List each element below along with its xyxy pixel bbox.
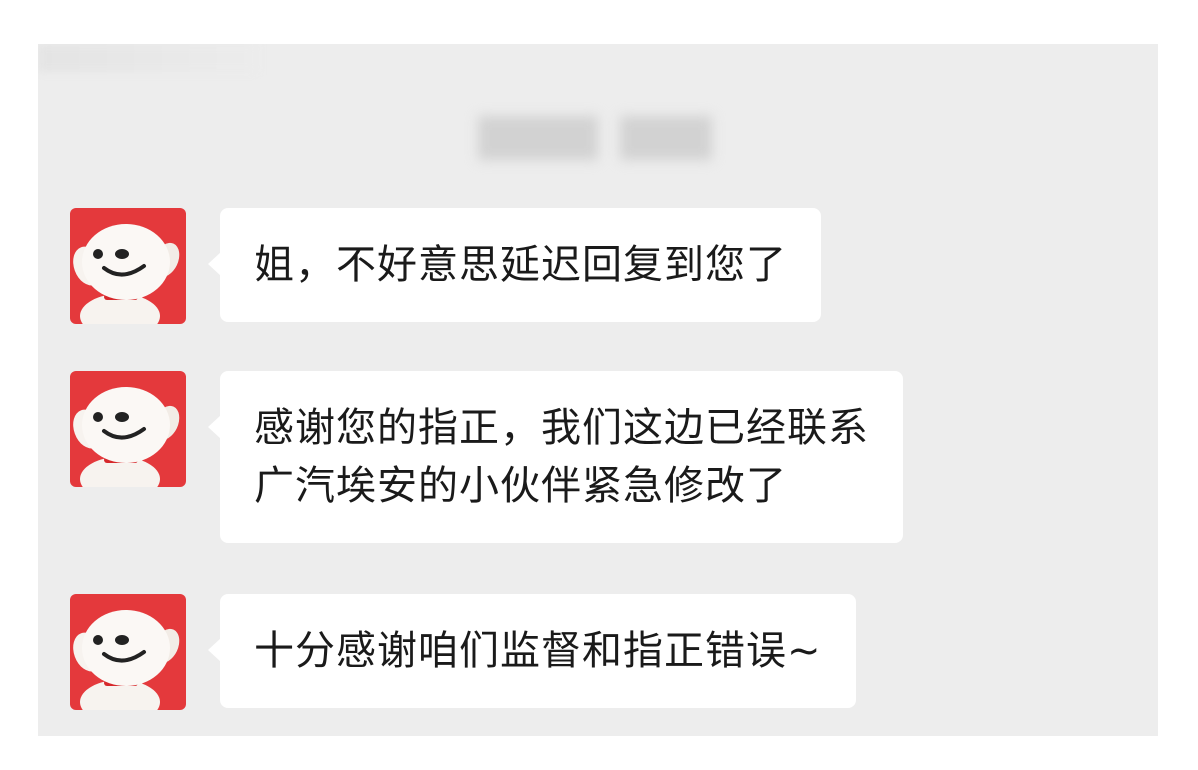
jd-joy-dog-avatar-icon[interactable] — [70, 594, 186, 710]
blurred-timestamp-part — [620, 116, 712, 160]
message-bubble[interactable]: 十分感谢咱们监督和指正错误~ — [208, 594, 856, 708]
chat-panel: 姐，不好意思延迟回复到您了 感谢您的指正，我们这边已经联系 广汽埃安的小伙伴紧急… — [38, 44, 1158, 736]
message-row: 姐，不好意思延迟回复到您了 — [70, 208, 821, 324]
jd-joy-dog-avatar-icon[interactable] — [70, 371, 186, 487]
message-bubble[interactable]: 姐，不好意思延迟回复到您了 — [208, 208, 821, 322]
message-bubble[interactable]: 感谢您的指正，我们这边已经联系 广汽埃安的小伙伴紧急修改了 — [208, 371, 903, 543]
blurred-timestamp-part — [478, 116, 598, 160]
jd-joy-dog-avatar-icon[interactable] — [70, 208, 186, 324]
blurred-header-area — [38, 44, 258, 72]
message-row: 感谢您的指正，我们这边已经联系 广汽埃安的小伙伴紧急修改了 — [70, 371, 903, 543]
message-row: 十分感谢咱们监督和指正错误~ — [70, 594, 856, 710]
blurred-timestamp — [478, 116, 712, 160]
